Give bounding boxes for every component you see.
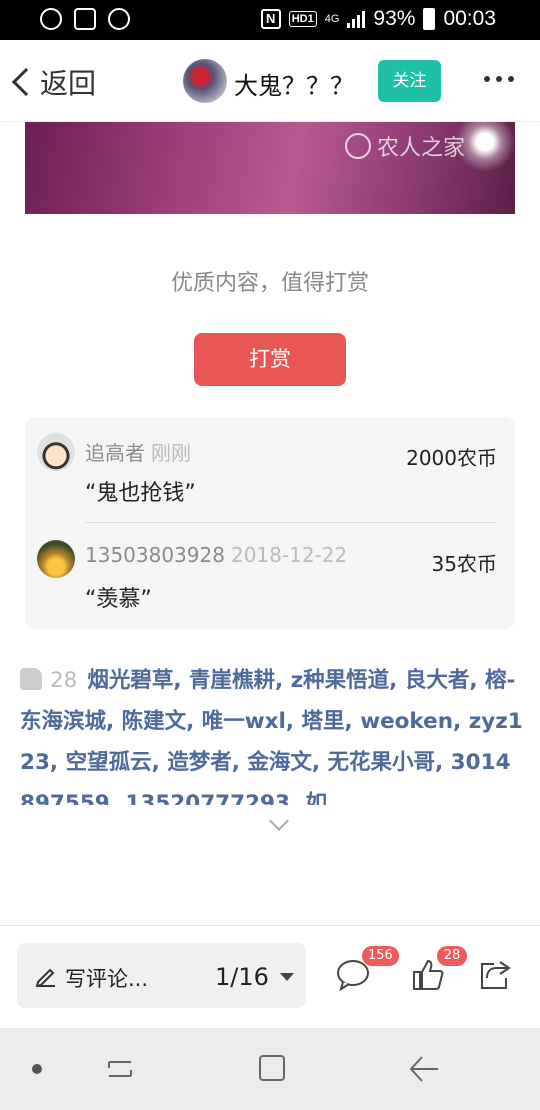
reward-item[interactable]: 追高者 刚刚 2000农币 “鬼也抢钱” <box>25 417 515 523</box>
rewarder-name: 13503803928 2018-12-22 <box>85 543 347 567</box>
back-arrow-icon[interactable] <box>408 1054 440 1084</box>
reward-item[interactable]: 13503803928 2018-12-22 35农币 “羡慕” <box>25 523 515 629</box>
reward-prompt: 优质内容，值得打赏 <box>170 271 369 296</box>
likes-list[interactable]: 28 烟光碧草, 青崖樵耕, z种果悟道, 良大者, 榕-东海滨城, 陈建文, 唯… <box>20 660 525 805</box>
comment-input[interactable]: 写评论... 1/16 <box>17 943 306 1008</box>
nfc-icon: N <box>260 9 281 29</box>
more-dot-icon <box>484 76 490 82</box>
gallery-icon <box>74 8 96 30</box>
battery-percent: 93% <box>373 7 416 30</box>
rewarder-avatar[interactable] <box>37 433 75 471</box>
comment-placeholder: 写评论... <box>65 967 149 991</box>
like-count-badge: 28 <box>437 946 467 966</box>
back-label: 返回 <box>40 67 97 100</box>
rewarder-name: 追高者 刚刚 <box>85 437 191 466</box>
signal-icon <box>347 10 366 28</box>
likes-names[interactable]: 烟光碧草, 青崖樵耕, z种果悟道, 良大者, 榕-东海滨城, 陈建文, 唯一w… <box>20 668 523 805</box>
header: 返回 大鬼？？？ 关注 <box>0 40 540 122</box>
reward-time: 刚刚 <box>151 441 191 465</box>
status-indicators: N HD1 4G 93% 00:03 <box>260 7 496 31</box>
chevron-down-icon[interactable] <box>269 811 289 831</box>
status-bar: N HD1 4G 93% 00:03 <box>0 0 540 40</box>
notification-app-icon <box>40 8 62 30</box>
page-indicator[interactable]: 1/16 <box>215 963 269 991</box>
rewarder-avatar[interactable] <box>37 540 75 578</box>
rewarder-name-text: 追高者 <box>85 441 145 465</box>
comments-button[interactable]: 156 <box>336 946 399 992</box>
caret-down-icon[interactable] <box>280 973 294 981</box>
pencil-icon <box>35 968 55 987</box>
notification-icons <box>40 8 130 30</box>
author-name[interactable]: 大鬼？？？ <box>234 66 354 101</box>
recent-apps-icon[interactable] <box>105 1056 135 1082</box>
watermark: 农人之家 <box>345 130 465 162</box>
share-icon <box>481 961 511 989</box>
share-button[interactable] <box>478 958 512 992</box>
reward-amount: 2000农币 <box>406 446 497 470</box>
reward-time: 2018-12-22 <box>230 543 348 567</box>
reward-message: “鬼也抢钱” <box>85 481 196 506</box>
bottom-bar: 写评论... 1/16 156 28 <box>0 925 540 1028</box>
watermark-logo-icon <box>345 133 371 159</box>
author-avatar[interactable] <box>183 59 227 103</box>
network-type: 4G <box>324 12 340 25</box>
nav-dot-icon[interactable] <box>32 1064 42 1074</box>
thumbs-up-icon <box>20 668 42 690</box>
wechat-icon <box>108 8 130 30</box>
rewards-list: 追高者 刚刚 2000农币 “鬼也抢钱” 13503803928 2018-12-2… <box>25 417 515 629</box>
hd-voice-icon: HD1 <box>288 11 317 27</box>
likes-count: 28 <box>50 668 78 693</box>
more-button[interactable] <box>484 76 514 82</box>
back-button[interactable]: 返回 <box>10 62 96 102</box>
home-icon[interactable] <box>259 1055 285 1081</box>
reward-button[interactable]: 打赏 <box>194 333 346 386</box>
battery-icon <box>423 8 436 30</box>
comment-count-badge: 156 <box>362 946 399 966</box>
reward-amount: 35农币 <box>431 552 497 576</box>
system-nav-bar <box>0 1028 540 1110</box>
clock: 00:03 <box>443 7 496 30</box>
like-button[interactable]: 28 <box>411 946 467 992</box>
watermark-text: 农人之家 <box>377 136 466 161</box>
rewarder-name-text: 13503803928 <box>85 543 225 567</box>
more-dot-icon <box>496 76 502 82</box>
more-dot-icon <box>508 76 514 82</box>
follow-button[interactable]: 关注 <box>378 60 441 102</box>
chevron-left-icon <box>11 67 41 97</box>
reward-message: “羡慕” <box>85 587 152 612</box>
